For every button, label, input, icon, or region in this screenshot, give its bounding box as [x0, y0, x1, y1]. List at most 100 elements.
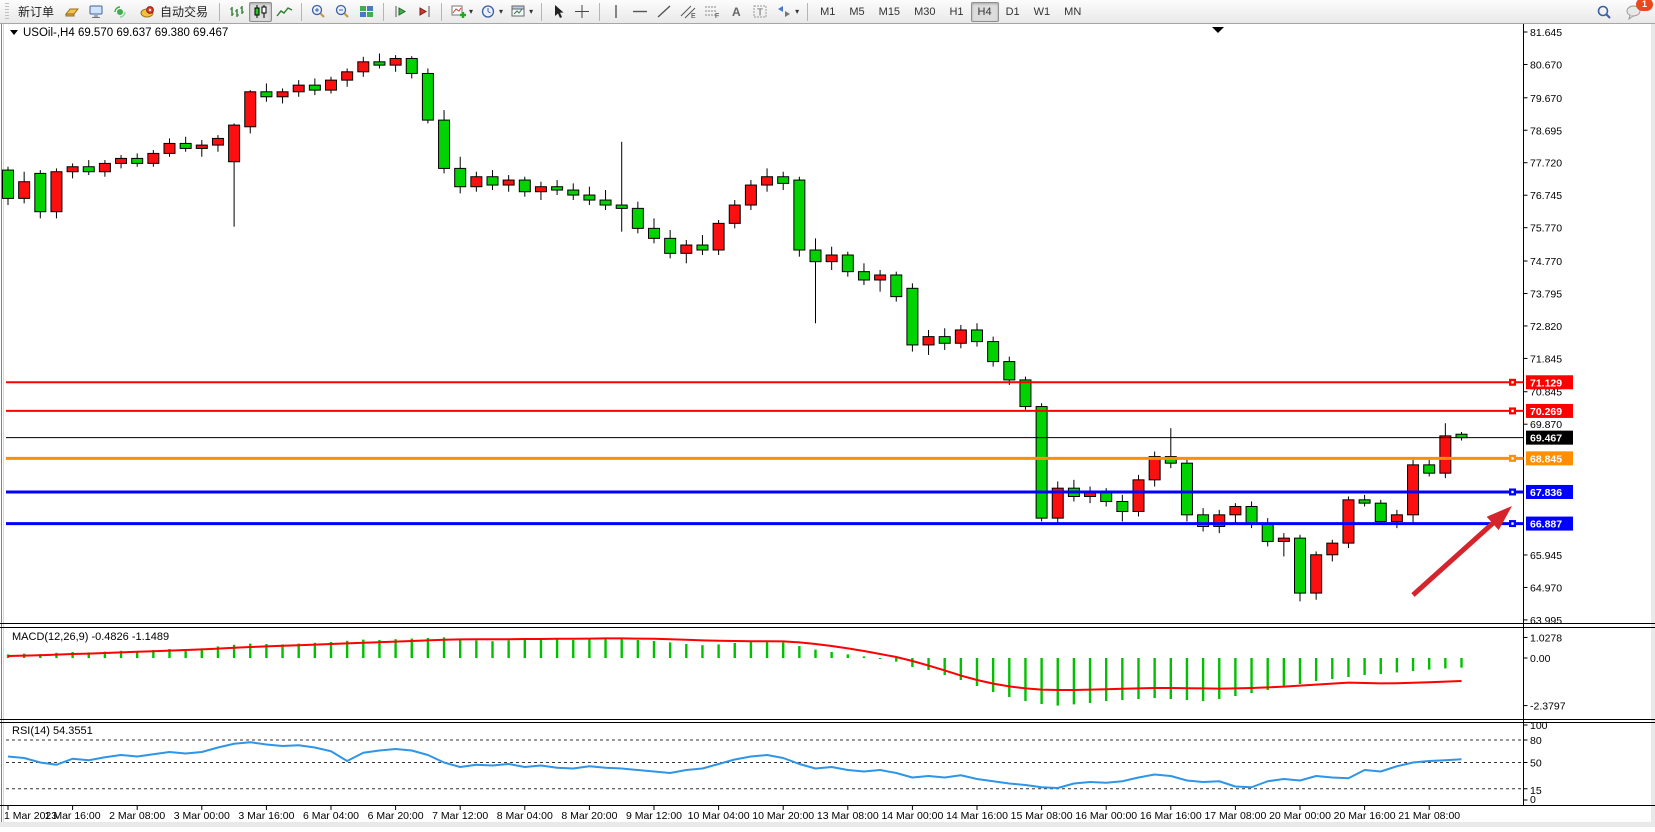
timeframe-m15-button[interactable]: M15 — [872, 2, 907, 22]
vertical-line-icon — [608, 4, 625, 19]
trend-arrow[interactable] — [1413, 521, 1496, 595]
text-label-button[interactable]: T — [749, 2, 772, 22]
time-axis-label: 9 Mar 12:00 — [626, 810, 682, 822]
auto-trading-label: 自动交易 — [160, 3, 208, 20]
macd-histogram-bar — [717, 644, 719, 658]
tile-windows-button[interactable] — [355, 2, 378, 22]
timeframe-d1-button[interactable]: D1 — [999, 2, 1027, 22]
line-chart-button[interactable] — [273, 2, 296, 22]
price-axis-label: 72.820 — [1530, 321, 1562, 333]
candle-body — [1408, 465, 1419, 515]
macd-histogram-bar — [556, 639, 558, 658]
macd-axis-label: 0.00 — [1530, 653, 1551, 665]
horizontal-line-button[interactable] — [629, 2, 652, 22]
candle-body — [342, 72, 353, 80]
crosshair-button[interactable] — [571, 2, 594, 22]
candle-body — [309, 85, 320, 90]
candle-body — [649, 228, 660, 238]
notification-badge[interactable]: 1 — [1636, 0, 1653, 11]
candle-body — [1004, 362, 1015, 380]
macd-histogram-bar — [1460, 658, 1462, 668]
macd-histogram-bar — [1315, 658, 1317, 681]
period-clock-button[interactable]: ▾ — [477, 2, 506, 22]
candle-body — [794, 180, 805, 250]
time-axis-label: 15 Mar 08:00 — [1011, 810, 1073, 822]
price-axis-label: 76.745 — [1530, 190, 1562, 202]
rsi-axis-label: 80 — [1530, 735, 1542, 747]
macd-histogram-bar — [1153, 658, 1155, 698]
candle-body — [1295, 538, 1306, 593]
candle-body — [1020, 380, 1031, 407]
add-indicator-button[interactable]: ▾ — [447, 2, 476, 22]
chart-shift-icon — [392, 4, 409, 19]
timeframe-m5-button[interactable]: M5 — [842, 2, 871, 22]
chart-shift-button[interactable] — [389, 2, 412, 22]
toolbar-grip — [5, 3, 9, 21]
gold-button[interactable] — [61, 2, 84, 22]
text-button[interactable]: A — [725, 2, 748, 22]
macd-histogram-bar — [1057, 658, 1059, 706]
candle-body — [762, 177, 773, 185]
symbol-dropdown-icon[interactable] — [10, 30, 18, 35]
auto-scroll-button[interactable] — [413, 2, 436, 22]
bar-chart-button[interactable] — [225, 2, 248, 22]
macd-histogram-bar — [927, 658, 929, 670]
macd-histogram-bar — [879, 658, 881, 659]
shapes-button[interactable]: ▾ — [773, 2, 802, 22]
price-axis-label: 71.845 — [1530, 353, 1562, 365]
new-order-button[interactable]: 新订单 — [12, 2, 60, 22]
chart-canvas[interactable]: 81.64580.67079.67078.69577.72076.74575.7… — [0, 24, 1655, 827]
channel-icon: E — [680, 4, 697, 19]
cursor-button[interactable] — [547, 2, 570, 22]
time-axis-label: 20 Mar 16:00 — [1334, 810, 1396, 822]
candle-body — [616, 205, 627, 208]
timeframe-group: M1M5M15M30H1H4D1W1MN — [813, 2, 1088, 22]
candle-body — [148, 153, 159, 163]
channel-button[interactable]: E — [677, 2, 700, 22]
timeframe-m1-button[interactable]: M1 — [813, 2, 842, 22]
macd-histogram-bar — [1121, 658, 1123, 700]
svg-text:A: A — [732, 5, 741, 19]
svg-text:E: E — [691, 13, 696, 19]
toolbar-separator — [441, 3, 442, 21]
timeframe-w1-button[interactable]: W1 — [1027, 2, 1058, 22]
period-clock-icon — [480, 4, 497, 19]
fibonacci-button[interactable]: F — [701, 2, 724, 22]
zoom-in-button[interactable] — [307, 2, 330, 22]
chart-shift-marker[interactable] — [1212, 27, 1224, 33]
macd-histogram-bar — [911, 658, 913, 667]
time-axis[interactable]: 1 Mar 20231 Mar 16:002 Mar 08:003 Mar 00… — [4, 806, 1460, 823]
candle-body — [390, 58, 401, 65]
candle-body — [907, 288, 918, 345]
trendline-button[interactable] — [653, 2, 676, 22]
search-button[interactable] — [1592, 2, 1616, 22]
price-axis-label: 63.995 — [1530, 615, 1562, 627]
zoom-out-button[interactable] — [331, 2, 354, 22]
candle-body — [83, 167, 94, 172]
macd-histogram-bar — [491, 641, 493, 658]
candle-body — [439, 120, 450, 168]
macd-histogram-bar — [1444, 658, 1446, 668]
timeframe-h1-button[interactable]: H1 — [942, 2, 970, 22]
timeframe-mn-button[interactable]: MN — [1057, 2, 1088, 22]
terminal-button[interactable] — [85, 2, 108, 22]
chart-template-button[interactable]: ▾ — [507, 2, 536, 22]
auto-trading-button[interactable]: 自动交易 — [133, 2, 214, 22]
candle-body — [67, 167, 78, 172]
toolbar-separator — [383, 3, 384, 21]
candle-body — [1359, 500, 1370, 503]
svg-text:71.129: 71.129 — [1530, 377, 1562, 389]
chart-window: 81.64580.67079.67078.69577.72076.74575.7… — [0, 24, 1655, 827]
candle-body — [875, 275, 886, 280]
candlestick-chart-button[interactable] — [249, 2, 272, 22]
time-axis-label: 13 Mar 08:00 — [817, 810, 879, 822]
broadcast-button[interactable] — [109, 2, 132, 22]
vertical-line-button[interactable] — [605, 2, 628, 22]
timeframe-h4-button[interactable]: H4 — [971, 2, 999, 22]
candle-body — [406, 58, 417, 73]
text-icon: A — [728, 4, 745, 19]
timeframe-m30-button[interactable]: M30 — [907, 2, 942, 22]
candle-body — [374, 62, 385, 65]
candle-body — [1311, 555, 1322, 593]
macd-histogram-bar — [1428, 658, 1430, 670]
